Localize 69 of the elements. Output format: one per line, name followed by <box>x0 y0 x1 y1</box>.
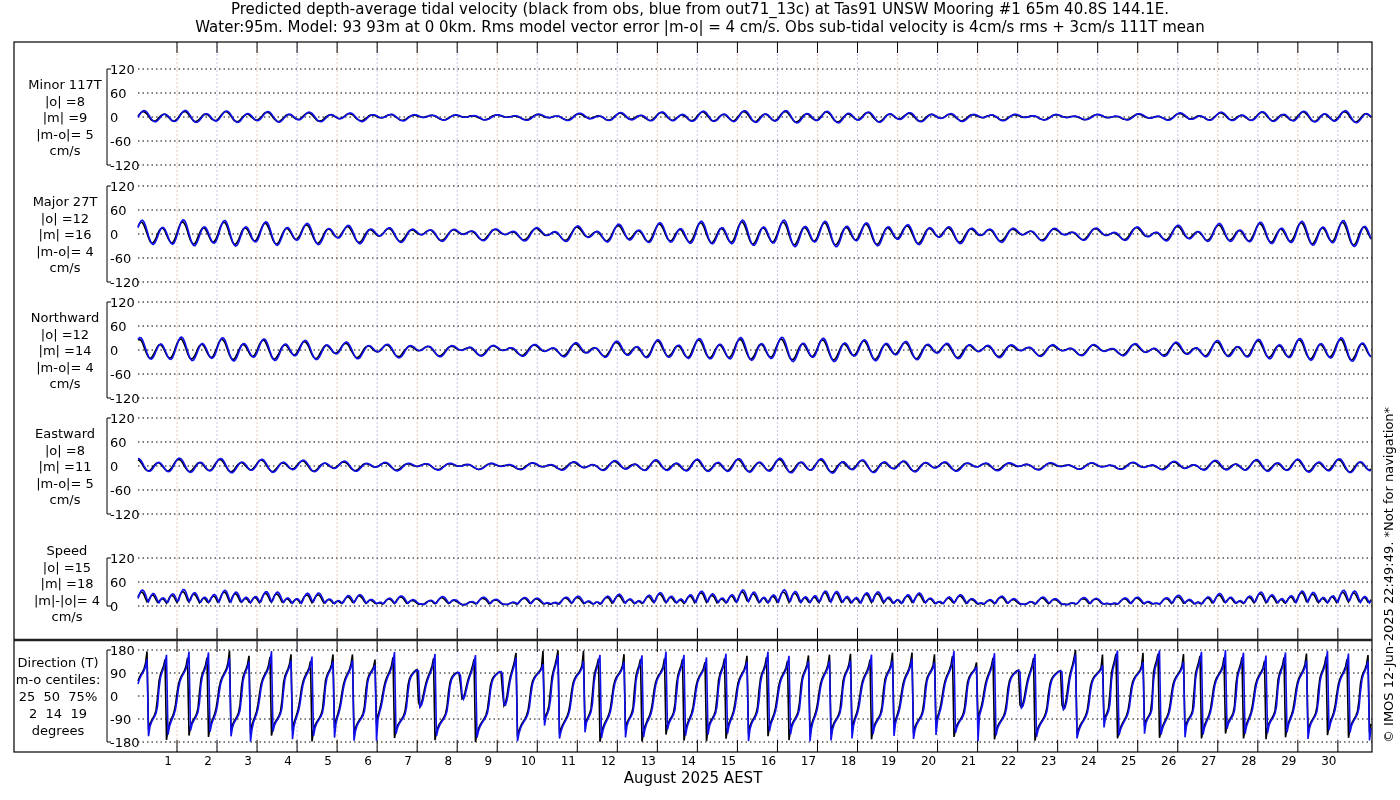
axis-tick-label: 90 <box>110 666 127 681</box>
axis-tick-label: 0 <box>110 343 119 358</box>
axis-tick-label: 0 <box>110 227 119 242</box>
chart-subtitle: Water:95m. Model: 93 93m at 0 0km. Rms model vector error |m-o| = 4 cm/s. Obs sub-tidal velocity is 4cm/s rms + 3cm/s 111T mean <box>195 18 1205 36</box>
axis-tick-label: 16 <box>760 754 777 768</box>
axis-tick-label: -60 <box>110 483 132 498</box>
axis-tick-label: -90 <box>110 712 132 727</box>
axis-label: August 2025 AEST <box>623 769 763 787</box>
axis-tick-label: 1 <box>164 754 172 768</box>
axis-tick-label: 14 <box>680 754 697 768</box>
axis-tick-label: 17 <box>800 754 817 768</box>
axis-tick-label: 60 <box>110 575 127 590</box>
axis-tick-label: 4 <box>284 754 292 768</box>
axis-tick-label: 0 <box>110 459 119 474</box>
panel-stats-label: Major 27T |o| =12 |m| =16 |m-o|= 4 cm/s <box>32 194 98 275</box>
axis-tick-label: 28 <box>1241 754 1257 768</box>
axis-tick-label: 60 <box>110 203 127 218</box>
axis-tick-label: 26 <box>1161 754 1177 768</box>
panel-stats-label: Northward |o| =12 |m| =14 |m-o|= 4 cm/s <box>30 310 100 391</box>
axis-tick-label: -60 <box>110 367 132 382</box>
axis-tick-label: 18 <box>840 754 857 768</box>
axis-tick-label: 12 <box>600 754 616 768</box>
panel-stats-label: Direction (T) m-o centiles: 25 50 75% 2 14 19 degrees <box>15 655 101 738</box>
axis-tick-label: 180 <box>110 643 135 658</box>
axis-tick-label: 11 <box>560 754 576 768</box>
axis-tick-label: 20 <box>920 754 937 768</box>
axis-tick-label: 120 <box>110 551 135 566</box>
y-axis <box>106 557 112 607</box>
axis-tick-label: 7 <box>404 754 412 768</box>
axis-tick-label: 60 <box>110 86 127 101</box>
axis-tick-label: 27 <box>1201 754 1217 768</box>
axis-tick-label: 0 <box>110 689 119 704</box>
axis-tick-label: 120 <box>110 62 135 77</box>
copyright-note: © IMOS 12-Jun-2025 22:49:49. *Not for navigation* <box>1381 406 1396 744</box>
axis-tick-label: 21 <box>960 754 977 768</box>
axis-tick-label: 29 <box>1281 754 1297 768</box>
axis-tick-label: 13 <box>640 754 656 768</box>
axis-tick-label: 15 <box>720 754 737 768</box>
axis-tick-label: 60 <box>110 435 127 450</box>
axis-tick-label: 120 <box>110 295 135 310</box>
axis-tick-label: 120 <box>110 411 135 426</box>
axis-tick-label: 2 <box>204 754 212 768</box>
axis-tick-label: 0 <box>110 599 119 614</box>
axis-tick-label: -120 <box>110 391 140 406</box>
axis-tick-label: -120 <box>110 158 140 173</box>
axis-tick-label: -60 <box>110 251 132 266</box>
axis-tick-label: 60 <box>110 319 127 334</box>
chart-title: Predicted depth-average tidal velocity (black from obs, blue from out71_13c) at Tas91 UNSW Mooring #1 65m 40.8S 144.1E. <box>231 0 1169 18</box>
axis-tick-label: 10 <box>520 754 536 768</box>
axis-tick-label: 25 <box>1121 754 1137 768</box>
axis-tick-label: 6 <box>364 754 372 768</box>
axis-tick-label: 0 <box>110 110 119 125</box>
panel-stats-label: Speed |o| =15 |m| =18 |m|-|o|= 4 cm/s <box>33 543 101 624</box>
axis-tick-label: 9 <box>484 754 493 768</box>
axis-tick-label: 3 <box>244 754 252 768</box>
axis-tick-label: 120 <box>110 179 135 194</box>
axis-tick-label: -120 <box>110 507 140 522</box>
panel-stats-label: Eastward |o| =8 |m| =11 |m-o|= 5 cm/s <box>35 426 95 507</box>
axis-tick-label: -120 <box>110 275 140 290</box>
axis-tick-label: 22 <box>1001 754 1017 768</box>
axis-tick-label: 30 <box>1321 754 1337 768</box>
axis-tick-label: 19 <box>880 754 897 768</box>
axis-tick-label: 5 <box>324 754 332 768</box>
axis-tick-label: -180 <box>110 735 140 750</box>
axis-tick-label: 8 <box>444 754 453 768</box>
axis-tick-label: 23 <box>1041 754 1057 768</box>
panel-stats-label: Minor 117T |o| =8 |m| =9 |m-o|= 5 cm/s <box>28 77 102 158</box>
axis-tick-label: 24 <box>1081 754 1097 768</box>
axis-tick-label: -60 <box>110 134 132 149</box>
